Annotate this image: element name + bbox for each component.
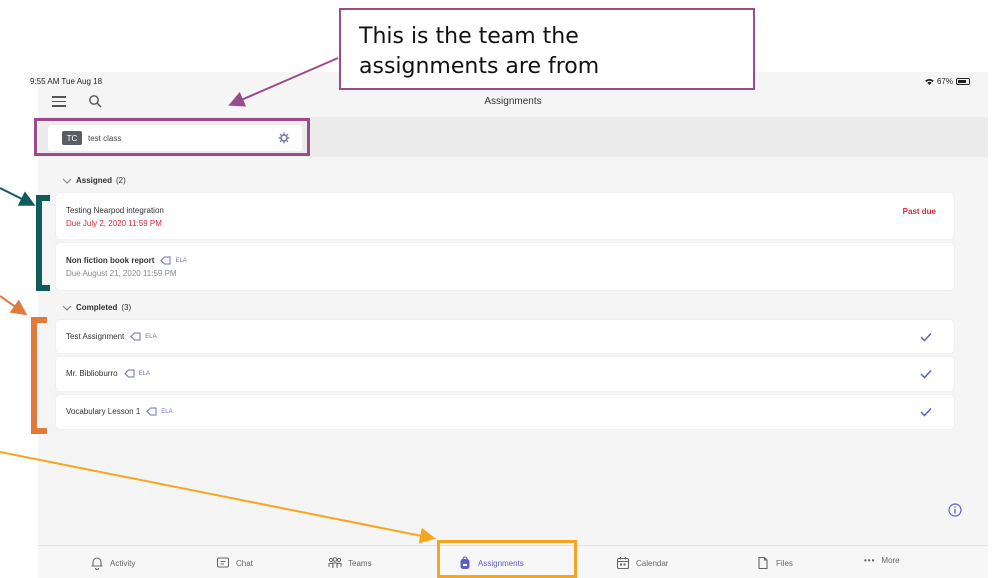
assignment-due: Due July 2, 2020 11:59 PM [66,219,162,228]
assignment-title: Test Assignment ELA [66,332,157,341]
assignment-title: Mr. Bibliobur​ro ELA [66,369,150,378]
assignment-card[interactable]: Mr. Bibliobur​ro ELA [56,357,954,391]
status-indicators: 67% [925,77,970,86]
chat-icon [216,557,230,568]
completed-arrow [0,295,28,316]
top-bar: Assignments [38,88,988,116]
assignments-tab-highlight-box [437,540,577,578]
assignment-card[interactable]: Vocabulary Lesson 1 ELA [56,395,954,429]
checkmark-icon [920,369,932,379]
assigned-label: Assigned [76,176,113,185]
completed-bracket [31,317,47,434]
page-title: Assignments [484,96,542,107]
file-icon [758,556,768,570]
past-due-badge: Past due [902,207,936,216]
assignment-title: Vocabulary Lesson 1 ELA [66,407,173,416]
tab-chat[interactable]: Chat [216,556,253,570]
people-icon [328,557,342,568]
tab-calendar[interactable]: Calendar [616,556,668,570]
assignment-title: Non fiction book report ELA [66,256,187,265]
tag-icon [123,369,135,378]
checkmark-icon [920,332,932,342]
assignment-due: Due August 21, 2020 11:59 PM [66,269,177,278]
tab-more[interactable]: ••• More [864,556,900,565]
assigned-bracket [36,195,50,291]
assigned-arrow [0,187,36,206]
category-tag: ELA [160,256,187,265]
completed-count: (3) [121,303,132,312]
category-tag: ELA [146,407,173,416]
bell-icon [91,557,103,570]
tab-teams[interactable]: Teams [328,556,372,570]
tab-activity[interactable]: Activity [90,556,135,570]
category-tag: ELA [130,332,157,341]
tag-icon [160,256,171,265]
assignment-card[interactable]: Test Assignment ELA [56,320,954,353]
callout-box: This is the team the assignments are fro… [339,8,755,90]
battery-percent: 67% [936,77,953,86]
category-tag: ELA [123,369,150,378]
status-time: 9:55 AM Tue Aug 18 [30,77,103,86]
completed-section-header[interactable]: Completed (3) [62,303,131,312]
tag-icon [130,332,141,341]
chevron-down-icon [62,178,72,184]
assignment-card[interactable]: Non fiction book report ELA Due August 2… [56,243,954,290]
info-icon[interactable] [948,503,962,517]
tab-files[interactable]: Files [756,556,793,570]
completed-label: Completed [76,303,118,312]
callout-line-1: This is the team the [359,24,579,49]
callout-line-2: assignments are from [359,54,600,79]
assignment-title: Testing Nearpod integration [66,206,164,215]
wifi-icon [925,78,934,85]
calendar-icon [616,557,630,570]
assignment-card[interactable]: Testing Nearpod integration Due July 2, … [56,193,954,239]
tag-icon [146,407,157,416]
checkmark-icon [920,407,932,417]
team-highlight-box [34,118,310,156]
more-icon: ••• [864,556,876,565]
battery-icon [956,78,970,85]
assigned-count: (2) [116,176,126,185]
assigned-section-header[interactable]: Assigned (2) [62,176,126,185]
chevron-down-icon [62,305,72,311]
